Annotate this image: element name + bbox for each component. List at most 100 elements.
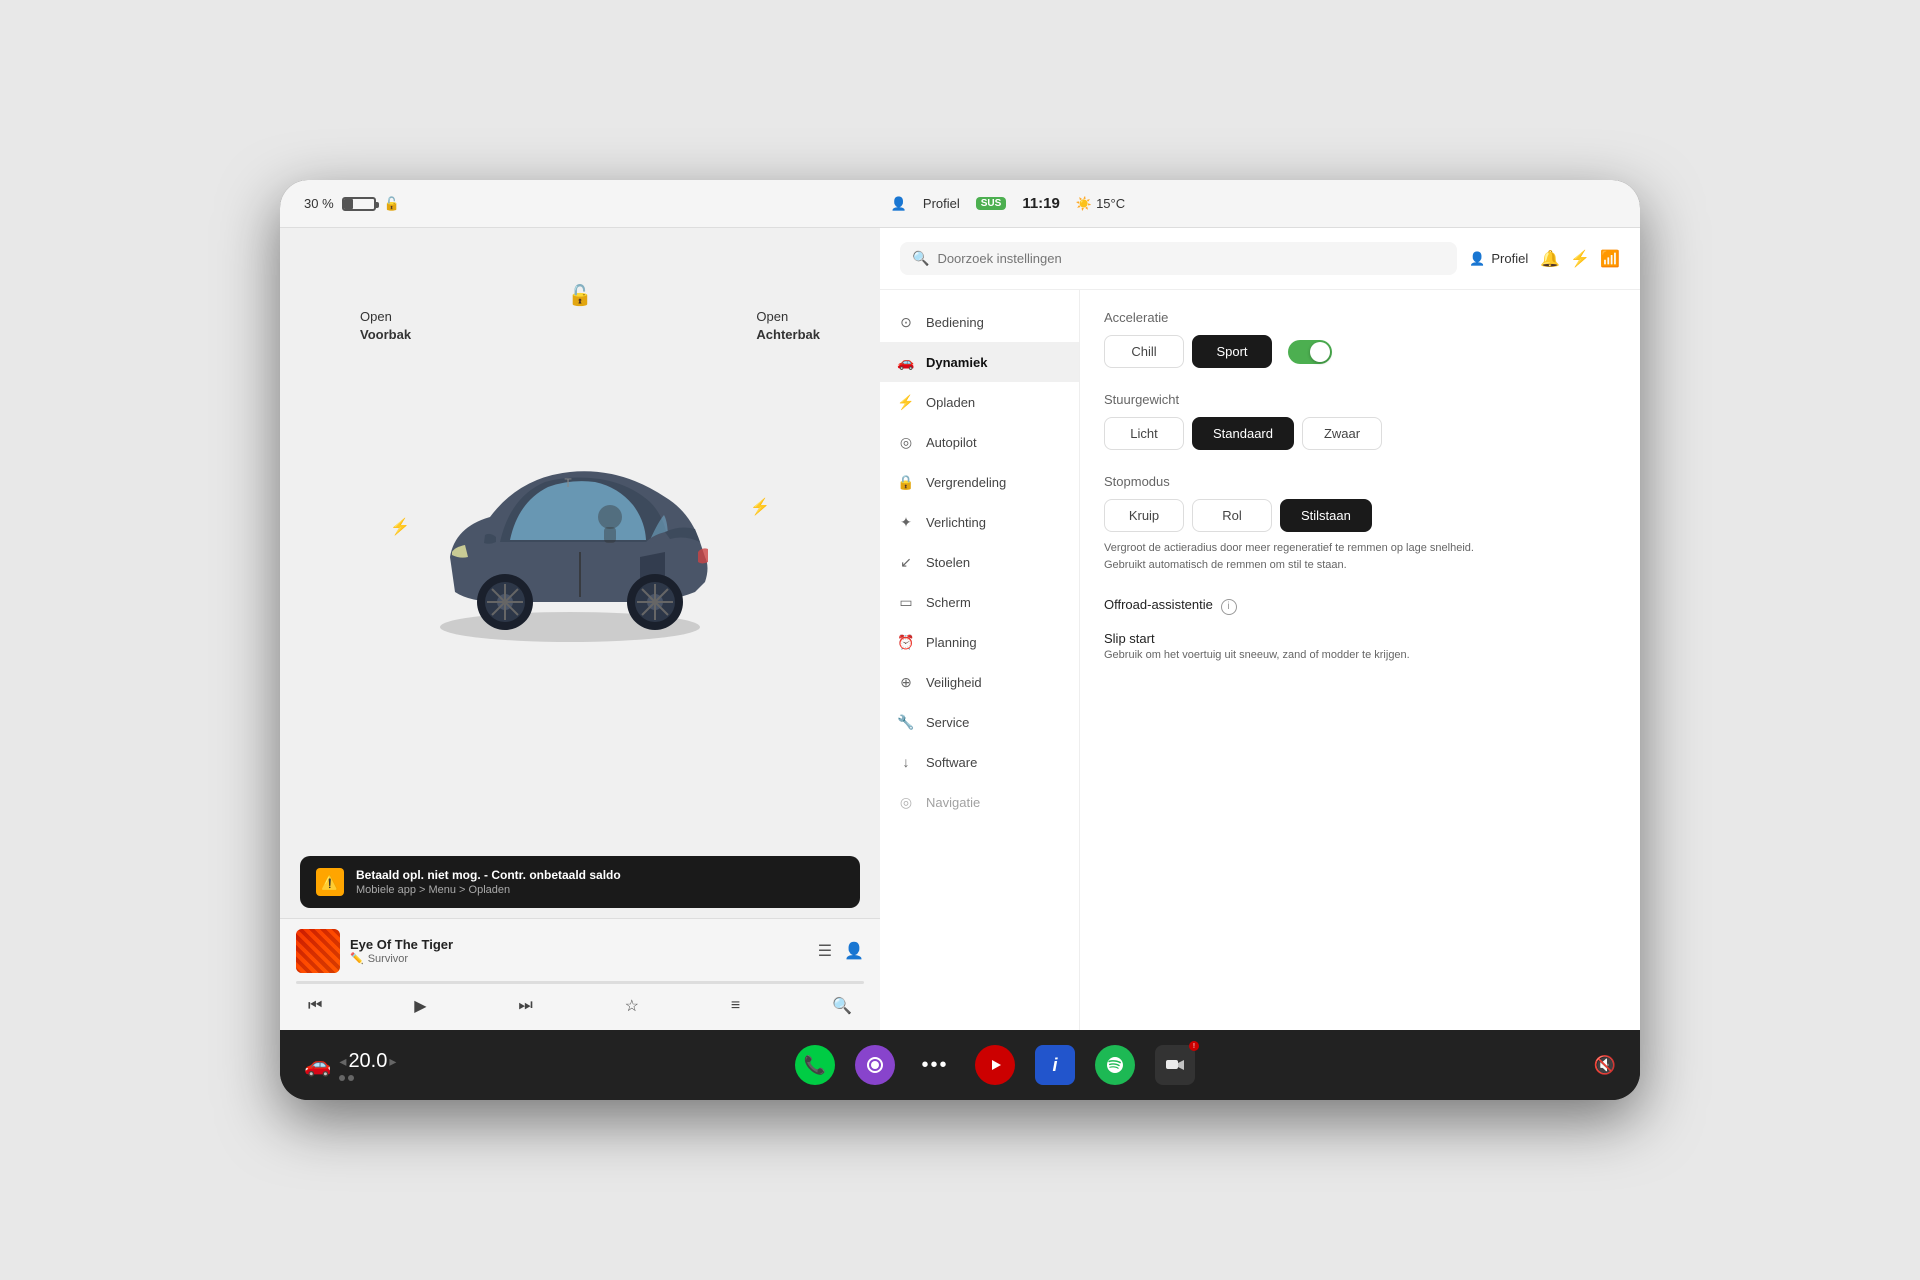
album-art [296,929,340,973]
planning-icon: ⏰ [896,632,916,652]
more-icon[interactable]: ••• [915,1045,955,1085]
speed-arrow-right: ▸ [389,1053,396,1070]
nav-item-autopilot[interactable]: ◎ Autopilot [880,422,1079,462]
info-icon[interactable]: i [1035,1045,1075,1085]
dashcam-icon[interactable]: ! [1155,1045,1195,1085]
nav-item-opladen[interactable]: ⚡ Opladen [880,382,1079,422]
camera-icon[interactable] [855,1045,895,1085]
lyrics-icon[interactable]: ☰ [818,941,832,961]
nav-label-service: Service [926,715,969,730]
opladen-icon: ⚡ [896,392,916,412]
nav-label-opladen: Opladen [926,395,975,410]
nav-item-verlichting[interactable]: ✦ Verlichting [880,502,1079,542]
left-panel: Open Voorbak 🔓 Open Achterbak ⚡ ⚡ [280,228,880,1030]
nav-label-veiligheid: Veiligheid [926,675,982,690]
chill-button[interactable]: Chill [1104,335,1184,368]
profile-label[interactable]: Profiel [923,196,960,211]
taskbar-right: 🔇 [1594,1055,1616,1076]
signal-icon[interactable]: 📶 [1600,249,1620,269]
music-text: Eye Of The Tiger ✏️ Survivor [350,937,453,965]
voorbak-text-bold: Voorbak [360,326,411,344]
nav-label-planning: Planning [926,635,977,650]
spotify-icon[interactable] [1095,1045,1135,1085]
music-controls-row: ⏮ ▶ ⏭ ☆ ≡ 🔍 [296,992,864,1020]
sport-button[interactable]: Sport [1192,335,1272,368]
stuurgewicht-buttons: Licht Standaard Zwaar [1104,417,1616,450]
car-lock-icon[interactable]: 🔓 [568,283,593,308]
zwaar-button[interactable]: Zwaar [1302,417,1382,450]
stilstaan-button[interactable]: Stilstaan [1280,499,1372,532]
music-info-row: Eye Of The Tiger ✏️ Survivor ☰ 👤 [296,929,864,973]
verlichting-icon: ✦ [896,512,916,532]
bluetooth-icon[interactable]: ⚡ [1570,249,1590,269]
battery-indicator [342,197,376,211]
nav-item-navigatie[interactable]: ◎ Navigatie [880,782,1079,822]
speed-display: ◂ 20.0 ▸ [339,1050,396,1073]
achterbak-text-bold: Achterbak [756,326,820,344]
speed-display-container: ◂ 20.0 ▸ [339,1050,396,1081]
taskbar-left: 🚗 ◂ 20.0 ▸ [304,1050,396,1081]
weather-display: ☀️ 15°C [1076,196,1125,212]
warning-title: Betaald opl. niet mog. - Contr. onbetaal… [356,868,621,882]
lock-icon: 🔓 [384,196,400,212]
car-display-area: Open Voorbak 🔓 Open Achterbak ⚡ ⚡ [280,228,880,846]
licht-button[interactable]: Licht [1104,417,1184,450]
nav-label-dynamiek: Dynamiek [926,355,987,370]
nav-label-vergrendeling: Vergrendeling [926,475,1006,490]
bolt-left-icon: ⚡ [390,517,410,537]
car-icon[interactable]: 🚗 [304,1052,331,1078]
rol-button[interactable]: Rol [1192,499,1272,532]
nav-item-service[interactable]: 🔧 Service [880,702,1079,742]
speed-dots [339,1075,396,1081]
nav-item-bediening[interactable]: ⊙ Bediening [880,302,1079,342]
nav-item-scherm[interactable]: ▭ Scherm [880,582,1079,622]
battery-fill [344,199,353,209]
prev-button[interactable]: ⏮ [304,993,326,1019]
sus-badge: SUS [976,197,1007,210]
nav-label-navigatie: Navigatie [926,795,980,810]
equalizer-button[interactable]: ≡ [727,993,744,1019]
music-controls-right: ☰ 👤 [818,941,864,961]
settings-content: Acceleratie Chill Sport Stuurgewicht [1080,290,1640,1030]
open-achterbak-label[interactable]: Open Achterbak [756,308,820,344]
record-icon[interactable] [975,1045,1015,1085]
header-icons: 🔔 ⚡ 📶 [1540,249,1620,269]
favorite-button[interactable]: ☆ [621,992,643,1020]
acceleratie-toggle[interactable] [1288,340,1332,364]
header-profile-label[interactable]: Profiel [1491,251,1528,266]
temperature: 15°C [1096,196,1125,211]
next-button[interactable]: ⏭ [514,993,536,1019]
music-progress-bar[interactable] [296,981,864,984]
nav-label-software: Software [926,755,977,770]
toggle-knob [1310,342,1330,362]
standaard-button[interactable]: Standaard [1192,417,1294,450]
tesla-screen: 30 % 🔓 👤 Profiel SUS 11:19 ☀️ 15°C [280,180,1640,1100]
vergrendeling-icon: 🔒 [896,472,916,492]
offroad-info-icon[interactable]: i [1221,599,1237,615]
phone-icon[interactable]: 📞 [795,1045,835,1085]
nav-item-vergrendeling[interactable]: 🔒 Vergrendeling [880,462,1079,502]
nav-item-veiligheid[interactable]: ⊕ Veiligheid [880,662,1079,702]
time-display: 11:19 [1022,195,1060,212]
offroad-title: Offroad-assistentie i [1104,597,1616,615]
search-icon: 🔍 [912,250,929,267]
search-input[interactable] [937,251,1445,266]
search-music-button[interactable]: 🔍 [828,992,856,1020]
nav-item-planning[interactable]: ⏰ Planning [880,622,1079,662]
play-button[interactable]: ▶ [410,992,430,1020]
offroad-section: Offroad-assistentie i [1104,597,1616,615]
bediening-icon: ⊙ [896,312,916,332]
nav-item-software[interactable]: ↓ Software [880,742,1079,782]
nav-item-dynamiek[interactable]: 🚗 Dynamiek [880,342,1079,382]
bell-icon[interactable]: 🔔 [1540,249,1560,269]
open-voorbak-label[interactable]: Open Voorbak [360,308,411,344]
nav-item-stoelen[interactable]: ↙ Stoelen [880,542,1079,582]
voice-icon[interactable]: 👤 [844,941,864,961]
search-box[interactable]: 🔍 [900,242,1457,275]
slip-start-section: Slip start Gebruik om het voertuig uit s… [1104,631,1616,663]
right-panel: 🔍 👤 Profiel 🔔 ⚡ 📶 ⊙ [880,228,1640,1030]
kruip-button[interactable]: Kruip [1104,499,1184,532]
warning-content: Betaald opl. niet mog. - Contr. onbetaal… [356,868,621,896]
veiligheid-icon: ⊕ [896,672,916,692]
volume-icon[interactable]: 🔇 [1594,1055,1616,1076]
